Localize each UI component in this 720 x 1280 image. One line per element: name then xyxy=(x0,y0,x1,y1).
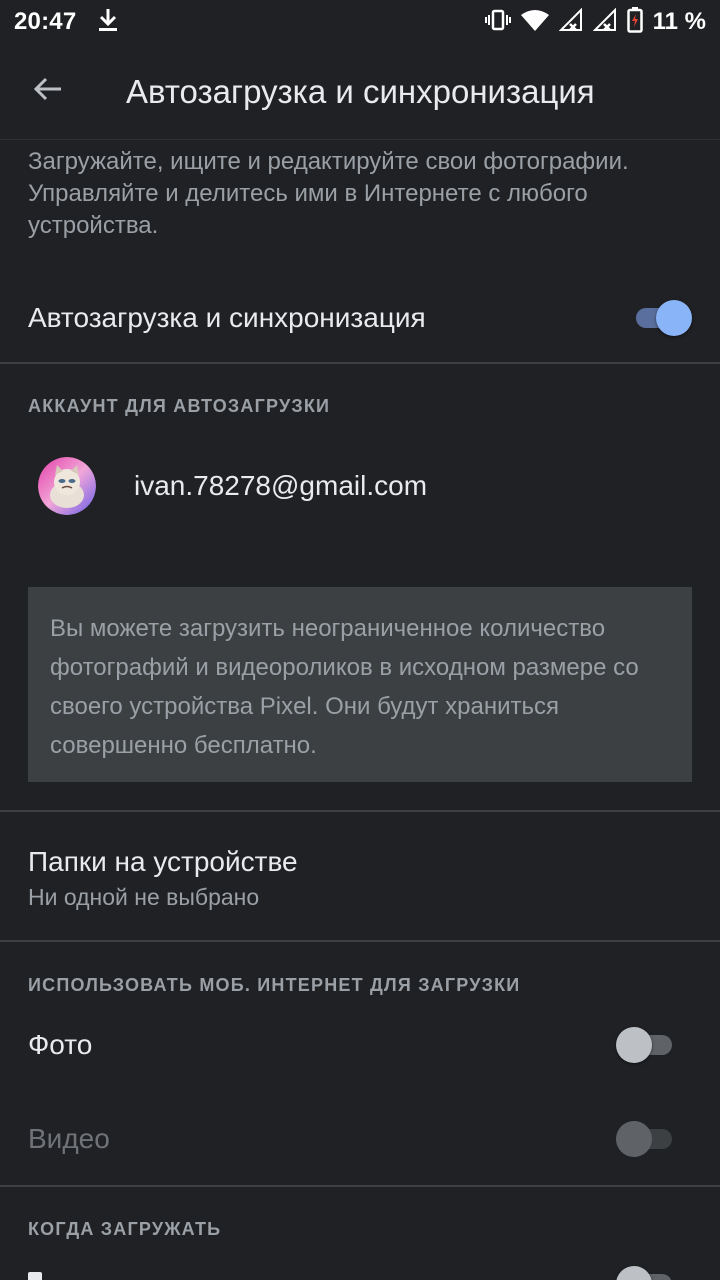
when-partial-row[interactable] xyxy=(0,1258,720,1280)
battery-percent: 11 % xyxy=(652,8,706,35)
partial-row-label-stub xyxy=(28,1272,42,1280)
battery-charging-icon xyxy=(626,6,643,38)
page-title: Автозагрузка и синхронизация xyxy=(126,72,595,110)
mobile-data-photo-row[interactable]: Фото xyxy=(0,1012,720,1078)
device-folders-subtitle: Ни одной не выбрано xyxy=(28,884,260,910)
switch-thumb xyxy=(616,1027,652,1063)
status-time: 20:47 xyxy=(14,8,77,35)
arrow-back-icon xyxy=(32,73,64,110)
switch-thumb xyxy=(616,1266,652,1280)
download-icon xyxy=(96,7,120,38)
backup-sync-label: Автозагрузка и синхронизация xyxy=(28,302,426,333)
storage-info-box: Вы можете загрузить неограниченное колич… xyxy=(28,587,692,782)
device-folders-title: Папки на устройстве xyxy=(28,846,298,877)
signal-icon xyxy=(592,7,617,37)
app-bar: Автозагрузка и синхронизация xyxy=(0,44,720,140)
backup-sync-toggle-row[interactable]: Автозагрузка и синхронизация xyxy=(0,286,720,350)
section-header-mobile-data: ИСПОЛЬЗОВАТЬ МОБ. ИНТЕРНЕТ ДЛЯ ЗАГРУЗКИ xyxy=(28,975,521,995)
divider xyxy=(0,810,720,812)
status-bar: 20:47 11 % xyxy=(0,0,720,44)
photo-label: Фото xyxy=(28,1029,93,1060)
divider xyxy=(0,1185,720,1187)
divider xyxy=(0,362,720,364)
when-switch[interactable] xyxy=(616,1264,676,1280)
backup-sync-switch[interactable] xyxy=(632,298,692,338)
wifi-icon xyxy=(520,9,549,36)
mobile-data-video-row[interactable]: Видео xyxy=(0,1106,720,1172)
signal-icon xyxy=(558,7,583,37)
page-description: Загружайте, ищите и редактируйте свои фо… xyxy=(28,148,629,239)
device-folders-item[interactable]: Папки на устройстве Ни одной не выбрано xyxy=(28,844,298,914)
switch-thumb xyxy=(616,1121,652,1157)
switch-thumb xyxy=(656,300,692,336)
section-header-when: КОГДА ЗАГРУЖАТЬ xyxy=(28,1219,222,1239)
section-header-account: АККАУНТ ДЛЯ АВТОЗАГРУЗКИ xyxy=(28,396,331,416)
divider xyxy=(0,940,720,942)
vibrate-icon xyxy=(484,9,511,36)
account-email: ivan.78278@gmail.com xyxy=(134,470,428,501)
video-label: Видео xyxy=(28,1123,110,1154)
video-switch[interactable] xyxy=(616,1119,676,1159)
avatar xyxy=(38,457,96,515)
photo-switch[interactable] xyxy=(616,1025,676,1065)
back-button[interactable] xyxy=(0,44,96,140)
account-row[interactable]: ivan.78278@gmail.com xyxy=(0,448,720,524)
